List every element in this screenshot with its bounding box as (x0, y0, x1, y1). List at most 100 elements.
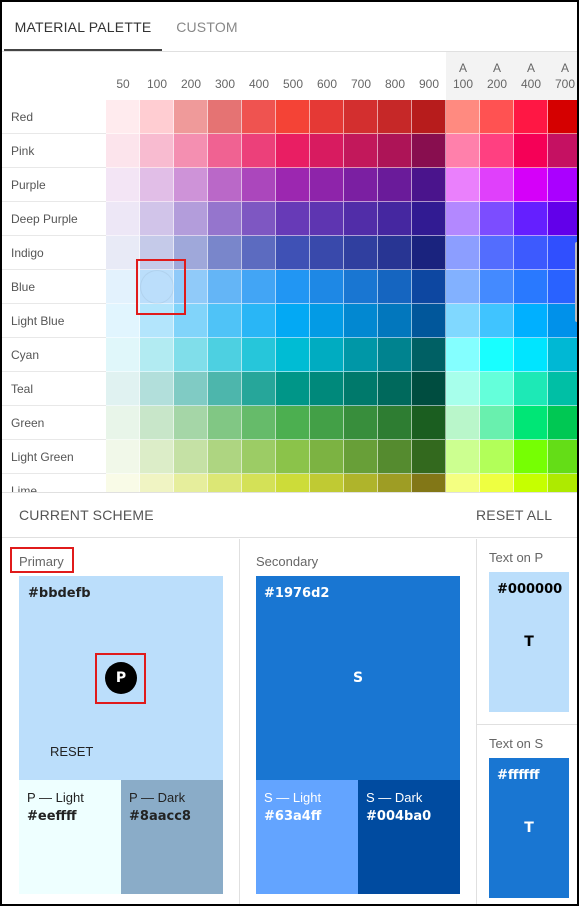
swatch-teal-a100[interactable] (446, 372, 480, 406)
swatch-light-green-500[interactable] (276, 440, 310, 474)
swatch-purple-600[interactable] (310, 168, 344, 202)
swatch-pink-a400[interactable] (514, 134, 548, 168)
swatch-blue-800[interactable] (378, 270, 412, 304)
swatch-lime-700[interactable] (344, 474, 378, 492)
swatch-light-green-100[interactable] (140, 440, 174, 474)
swatch-deep-purple-a200[interactable] (480, 202, 514, 236)
swatch-blue-300[interactable] (208, 270, 242, 304)
swatch-purple-100[interactable] (140, 168, 174, 202)
swatch-cyan-a400[interactable] (514, 338, 548, 372)
swatch-cyan-a200[interactable] (480, 338, 514, 372)
swatch-green-500[interactable] (276, 406, 310, 440)
swatch-blue-500[interactable] (276, 270, 310, 304)
swatch-deep-purple-a100[interactable] (446, 202, 480, 236)
swatch-deep-purple-a700[interactable] (548, 202, 577, 236)
swatch-teal-a700[interactable] (548, 372, 577, 406)
swatch-indigo-600[interactable] (310, 236, 344, 270)
swatch-light-blue-800[interactable] (378, 304, 412, 338)
swatch-teal-900[interactable] (412, 372, 446, 406)
swatch-teal-100[interactable] (140, 372, 174, 406)
swatch-red-200[interactable] (174, 100, 208, 134)
swatch-deep-purple-400[interactable] (242, 202, 276, 236)
swatch-green-a200[interactable] (480, 406, 514, 440)
reset-all-button[interactable]: RESET ALL (476, 493, 552, 537)
swatch-cyan-300[interactable] (208, 338, 242, 372)
swatch-light-green-a700[interactable] (548, 440, 577, 474)
swatch-indigo-500[interactable] (276, 236, 310, 270)
swatch-teal-a400[interactable] (514, 372, 548, 406)
swatch-lime-200[interactable] (174, 474, 208, 492)
swatch-light-blue-600[interactable] (310, 304, 344, 338)
swatch-light-blue-50[interactable] (106, 304, 140, 338)
swatch-teal-600[interactable] (310, 372, 344, 406)
swatch-teal-800[interactable] (378, 372, 412, 406)
swatch-green-600[interactable] (310, 406, 344, 440)
swatch-blue-700[interactable] (344, 270, 378, 304)
swatch-indigo-400[interactable] (242, 236, 276, 270)
swatch-deep-purple-900[interactable] (412, 202, 446, 236)
swatch-light-blue-300[interactable] (208, 304, 242, 338)
swatch-green-900[interactable] (412, 406, 446, 440)
swatch-red-a400[interactable] (514, 100, 548, 134)
swatch-purple-800[interactable] (378, 168, 412, 202)
swatch-lime-400[interactable] (242, 474, 276, 492)
swatch-indigo-300[interactable] (208, 236, 242, 270)
swatch-light-blue-700[interactable] (344, 304, 378, 338)
swatch-cyan-600[interactable] (310, 338, 344, 372)
swatch-green-300[interactable] (208, 406, 242, 440)
swatch-pink-800[interactable] (378, 134, 412, 168)
swatch-indigo-800[interactable] (378, 236, 412, 270)
swatch-pink-500[interactable] (276, 134, 310, 168)
swatch-red-700[interactable] (344, 100, 378, 134)
swatch-green-100[interactable] (140, 406, 174, 440)
swatch-pink-300[interactable] (208, 134, 242, 168)
swatch-lime-50[interactable] (106, 474, 140, 492)
swatch-purple-700[interactable] (344, 168, 378, 202)
swatch-indigo-a100[interactable] (446, 236, 480, 270)
swatch-teal-500[interactable] (276, 372, 310, 406)
swatch-purple-a100[interactable] (446, 168, 480, 202)
swatch-teal-300[interactable] (208, 372, 242, 406)
swatch-cyan-100[interactable] (140, 338, 174, 372)
swatch-lime-300[interactable] (208, 474, 242, 492)
swatch-light-green-900[interactable] (412, 440, 446, 474)
swatch-pink-100[interactable] (140, 134, 174, 168)
swatch-purple-300[interactable] (208, 168, 242, 202)
swatch-green-50[interactable] (106, 406, 140, 440)
swatch-indigo-a400[interactable] (514, 236, 548, 270)
swatch-indigo-50[interactable] (106, 236, 140, 270)
swatch-blue-50[interactable] (106, 270, 140, 304)
swatch-pink-50[interactable] (106, 134, 140, 168)
swatch-red-50[interactable] (106, 100, 140, 134)
swatch-red-600[interactable] (310, 100, 344, 134)
swatch-blue-a400[interactable] (514, 270, 548, 304)
swatch-deep-purple-600[interactable] (310, 202, 344, 236)
swatch-cyan-a100[interactable] (446, 338, 480, 372)
swatch-cyan-400[interactable] (242, 338, 276, 372)
swatch-light-green-700[interactable] (344, 440, 378, 474)
swatch-red-a100[interactable] (446, 100, 480, 134)
swatch-blue-400[interactable] (242, 270, 276, 304)
swatch-purple-400[interactable] (242, 168, 276, 202)
swatch-light-green-600[interactable] (310, 440, 344, 474)
swatch-light-blue-a100[interactable] (446, 304, 480, 338)
swatch-light-blue-a400[interactable] (514, 304, 548, 338)
tab-custom[interactable]: CUSTOM (162, 2, 252, 52)
swatch-deep-purple-200[interactable] (174, 202, 208, 236)
swatch-cyan-200[interactable] (174, 338, 208, 372)
swatch-deep-purple-800[interactable] (378, 202, 412, 236)
swatch-light-green-400[interactable] (242, 440, 276, 474)
swatch-red-100[interactable] (140, 100, 174, 134)
swatch-purple-200[interactable] (174, 168, 208, 202)
swatch-blue-900[interactable] (412, 270, 446, 304)
swatch-purple-500[interactable] (276, 168, 310, 202)
swatch-lime-a700[interactable] (548, 474, 577, 492)
swatch-teal-200[interactable] (174, 372, 208, 406)
swatch-lime-600[interactable] (310, 474, 344, 492)
swatch-light-green-a100[interactable] (446, 440, 480, 474)
palette-scrollbar[interactable] (575, 242, 577, 322)
swatch-green-700[interactable] (344, 406, 378, 440)
swatch-light-blue-900[interactable] (412, 304, 446, 338)
swatch-lime-a200[interactable] (480, 474, 514, 492)
swatch-lime-900[interactable] (412, 474, 446, 492)
